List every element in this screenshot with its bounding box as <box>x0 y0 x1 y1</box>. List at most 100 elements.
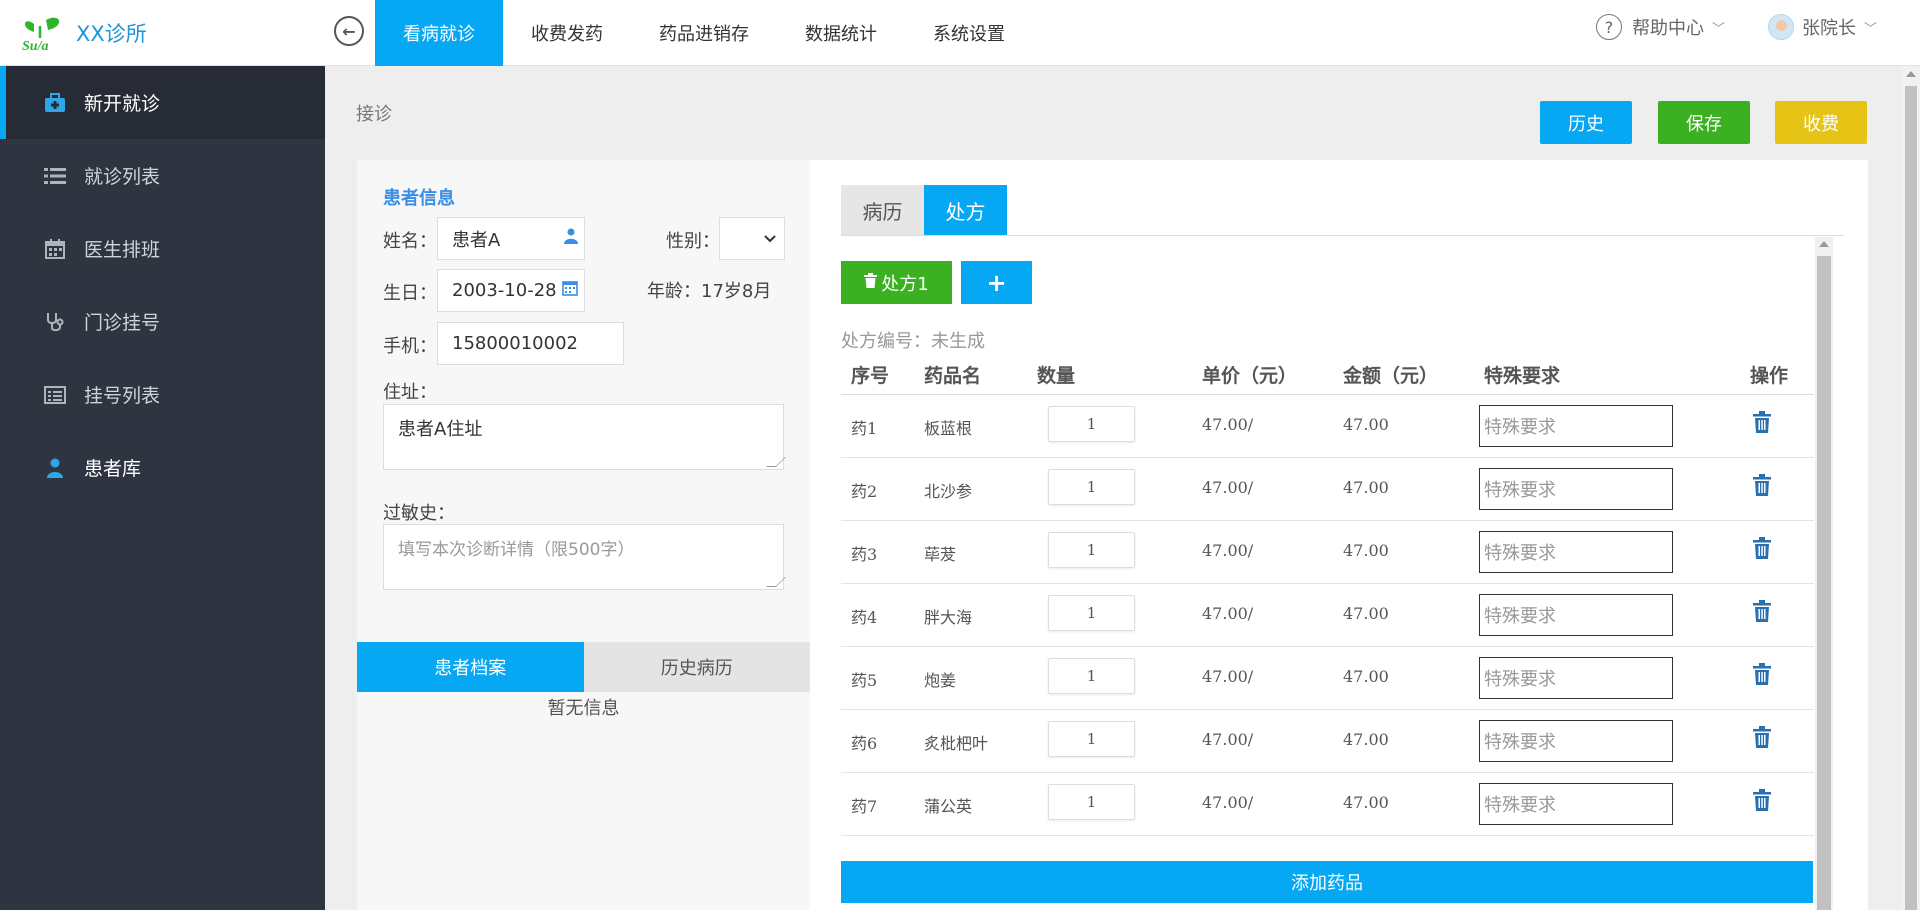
tab-patient-archive[interactable]: 患者档案 <box>357 642 584 692</box>
sidebar-item-patient-library[interactable]: 患者库 <box>0 431 325 504</box>
special-request-input[interactable]: 特殊要求 <box>1479 783 1673 825</box>
quantity-input[interactable]: 1 <box>1048 469 1135 505</box>
patient-tabs: 患者档案 历史病历 <box>357 642 810 692</box>
tab-medical-record[interactable]: 病历 <box>841 185 924 235</box>
gender-label: 性别： <box>666 231 720 252</box>
column-header-quantity: 数量 <box>1037 365 1076 387</box>
register-list-icon <box>44 384 66 406</box>
top-bar: Su/a XX诊所 ← 看病就诊 收费发药 药品进销存 数据统计 系统设置 ? … <box>0 0 1920 66</box>
nav-item-consultation[interactable]: 看病就诊 <box>375 0 503 66</box>
drug-no: 药4 <box>851 608 878 627</box>
help-center-menu[interactable]: ? 帮助中心 ﹀ <box>1596 14 1725 40</box>
name-field[interactable]: 患者A <box>437 217 585 260</box>
unit-price: 47.00/ <box>1202 541 1254 560</box>
trash-icon[interactable] <box>1753 663 1775 689</box>
gender-select[interactable] <box>719 217 785 260</box>
address-textarea[interactable]: 患者A住址 <box>383 404 786 470</box>
calendar-icon <box>562 280 578 300</box>
nav-item-settings[interactable]: 系统设置 <box>905 0 1033 66</box>
add-prescription-button[interactable]: + <box>961 261 1032 304</box>
trash-icon[interactable] <box>1753 789 1775 815</box>
help-center-label: 帮助中心 <box>1632 18 1704 39</box>
nav-item-inventory[interactable]: 药品进销存 <box>631 0 777 66</box>
special-request-input[interactable]: 特殊要求 <box>1479 531 1673 573</box>
unit-price: 47.00/ <box>1202 415 1254 434</box>
quantity-input[interactable]: 1 <box>1048 721 1135 757</box>
scroll-up-arrow-icon[interactable] <box>1819 241 1829 247</box>
allergy-placeholder: 填写本次诊断详情（限500字） <box>398 540 635 560</box>
quantity-input[interactable]: 1 <box>1048 406 1135 442</box>
trash-icon[interactable] <box>1753 600 1775 626</box>
special-request-input[interactable]: 特殊要求 <box>1479 468 1673 510</box>
add-drug-button[interactable]: 添加药品 <box>841 861 1813 903</box>
list-icon <box>44 165 66 187</box>
patient-panel: 患者信息 姓名： 患者A 性别： 生日： 2003-10-28 年龄：17岁8月… <box>357 160 810 910</box>
svg-text:Su/a: Su/a <box>22 39 48 52</box>
special-request-input[interactable]: 特殊要求 <box>1479 405 1673 447</box>
user-icon <box>44 457 66 479</box>
table-scrollbar[interactable] <box>1815 237 1833 910</box>
section-title: 患者信息 <box>383 188 455 209</box>
trash-icon[interactable] <box>1753 726 1775 752</box>
charge-button[interactable]: 收费 <box>1775 101 1867 144</box>
special-request-input[interactable]: 特殊要求 <box>1479 594 1673 636</box>
chevron-down-icon: ﹀ <box>1712 21 1726 37</box>
quantity-input[interactable]: 1 <box>1048 595 1135 631</box>
special-request-input[interactable]: 特殊要求 <box>1479 657 1673 699</box>
nav-item-charge-dispense[interactable]: 收费发药 <box>503 0 631 66</box>
scroll-up-arrow-icon[interactable] <box>1906 71 1916 77</box>
trash-icon[interactable] <box>1753 474 1775 500</box>
scrollbar-thumb[interactable] <box>1905 86 1917 910</box>
tab-prescription[interactable]: 处方 <box>924 185 1007 235</box>
sidebar-item-doctor-schedule[interactable]: 医生排班 <box>0 212 325 285</box>
age-label: 年龄：17岁8月 <box>647 277 771 303</box>
history-button[interactable]: 历史 <box>1540 101 1632 144</box>
unit-price: 47.00/ <box>1202 604 1254 623</box>
special-request-input[interactable]: 特殊要求 <box>1479 720 1673 762</box>
unit-price: 47.00/ <box>1202 730 1254 749</box>
breadcrumb: 接诊 <box>356 104 392 125</box>
chevron-down-icon: ﹀ <box>1864 21 1878 37</box>
birth-date-field[interactable]: 2003-10-28 <box>437 269 585 312</box>
age-value: 17岁8月 <box>701 281 772 302</box>
question-icon: ? <box>1596 14 1622 40</box>
sidebar-item-label: 患者库 <box>84 458 142 480</box>
trash-icon[interactable] <box>1753 411 1775 437</box>
logo: Su/a <box>20 14 70 54</box>
quantity-input[interactable]: 1 <box>1048 532 1135 568</box>
sidebar-item-outpatient-register[interactable]: 门诊挂号 <box>0 285 325 358</box>
prescription-1-button[interactable]: 处方1 <box>841 261 952 304</box>
sidebar-item-label: 新开就诊 <box>84 93 161 115</box>
quantity-input[interactable]: 1 <box>1048 658 1135 694</box>
drug-name: 炙枇杷叶 <box>924 734 989 753</box>
resize-handle-icon[interactable] <box>766 577 786 587</box>
chevron-down-icon <box>764 231 776 247</box>
resize-handle-icon[interactable] <box>766 457 786 467</box>
phone-field[interactable]: 15800010002 <box>437 322 624 365</box>
allergy-textarea[interactable]: 填写本次诊断详情（限500字） <box>383 524 786 590</box>
drug-no: 药3 <box>851 545 878 564</box>
address-label: 住址： <box>383 382 437 403</box>
amount: 47.00 <box>1343 793 1389 812</box>
sidebar-item-visit-list[interactable]: 就诊列表 <box>0 139 325 212</box>
nav-item-statistics[interactable]: 数据统计 <box>777 0 905 66</box>
drug-no: 药1 <box>851 419 878 438</box>
phone-value: 15800010002 <box>452 333 578 354</box>
sidebar-item-label: 医生排班 <box>84 239 161 261</box>
trash-icon <box>864 272 878 293</box>
back-button[interactable]: ← <box>334 16 364 46</box>
save-button[interactable]: 保存 <box>1658 101 1750 144</box>
tab-history-records[interactable]: 历史病历 <box>583 642 810 692</box>
sidebar-item-new-visit[interactable]: 新开就诊 <box>0 66 325 139</box>
scrollbar-thumb[interactable] <box>1817 256 1831 910</box>
trash-icon[interactable] <box>1753 537 1775 563</box>
user-menu[interactable]: 张院长 ﹀ <box>1768 14 1877 40</box>
quantity-input[interactable]: 1 <box>1048 784 1135 820</box>
age-label-text: 年龄： <box>647 281 701 302</box>
arrow-left-icon: ← <box>342 21 356 41</box>
drug-name: 胖大海 <box>924 608 973 627</box>
drug-no: 药6 <box>851 734 878 753</box>
tab-divider <box>841 235 1844 236</box>
page-scrollbar[interactable] <box>1902 66 1920 910</box>
sidebar-item-register-list[interactable]: 挂号列表 <box>0 358 325 431</box>
